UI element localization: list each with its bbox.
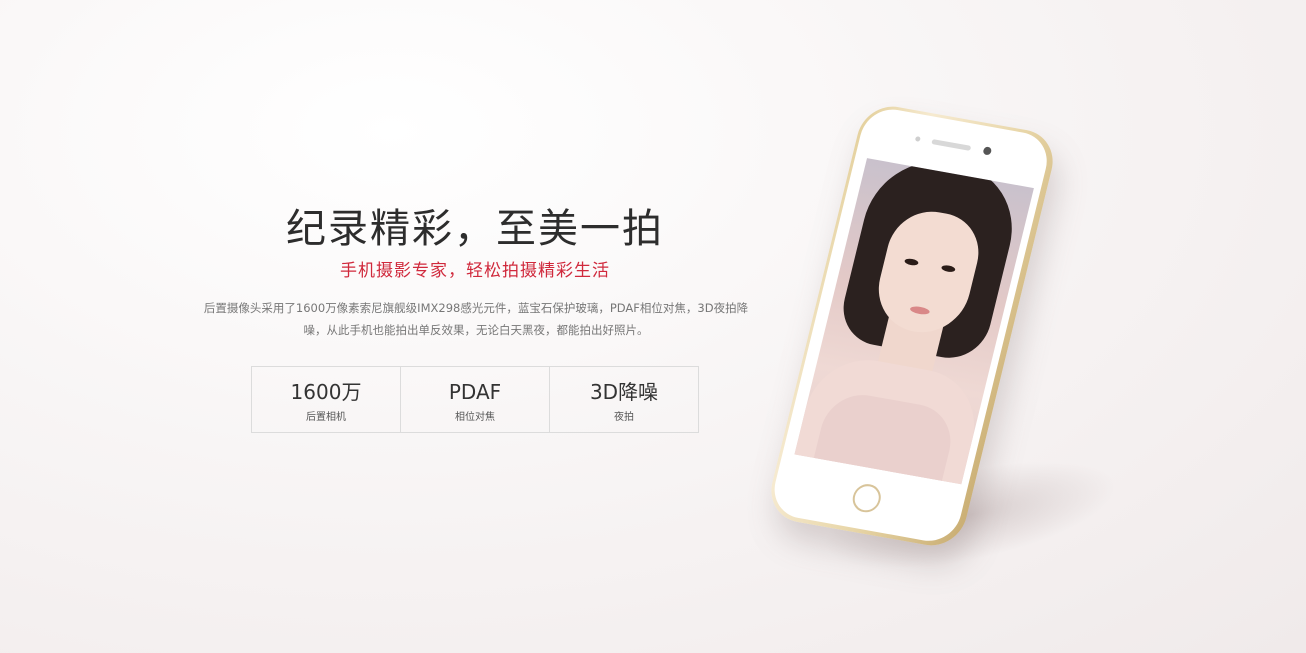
sensor-icon xyxy=(914,136,921,142)
spec-item-camera: 1600万 后置相机 xyxy=(252,367,401,432)
spec-item-noise-reduction: 3D降噪 夜拍 xyxy=(550,367,698,432)
spec-item-pdaf: PDAF 相位对焦 xyxy=(401,367,550,432)
front-camera-icon xyxy=(982,146,993,156)
spec-label: 相位对焦 xyxy=(455,412,495,423)
hero-description: 后置摄像头采用了1600万像素索尼旗舰级IMX298感光元件，蓝宝石保护玻璃，P… xyxy=(203,301,749,337)
spec-label: 后置相机 xyxy=(306,412,346,423)
phone-screen-portrait xyxy=(794,158,1034,485)
spec-value: 1600万 xyxy=(290,380,362,404)
speaker-icon xyxy=(931,139,972,151)
spec-label: 夜拍 xyxy=(614,412,634,423)
spec-table: 1600万 后置相机 PDAF 相位对焦 3D降噪 夜拍 xyxy=(251,366,699,433)
hero-subtitle: 手机摄影专家，轻松拍摄精彩生活 xyxy=(340,261,610,281)
portrait-eye-left xyxy=(903,257,919,267)
hero-title: 纪录精彩，至美一拍 xyxy=(286,206,664,252)
home-button-icon xyxy=(849,481,884,515)
portrait-lips xyxy=(909,305,931,316)
spec-value: PDAF xyxy=(448,380,502,404)
portrait-eye-right xyxy=(940,264,956,273)
spec-value: 3D降噪 xyxy=(589,380,659,404)
hero-banner: 纪录精彩，至美一拍 手机摄影专家，轻松拍摄精彩生活 后置摄像头采用了1600万像… xyxy=(0,0,1306,653)
